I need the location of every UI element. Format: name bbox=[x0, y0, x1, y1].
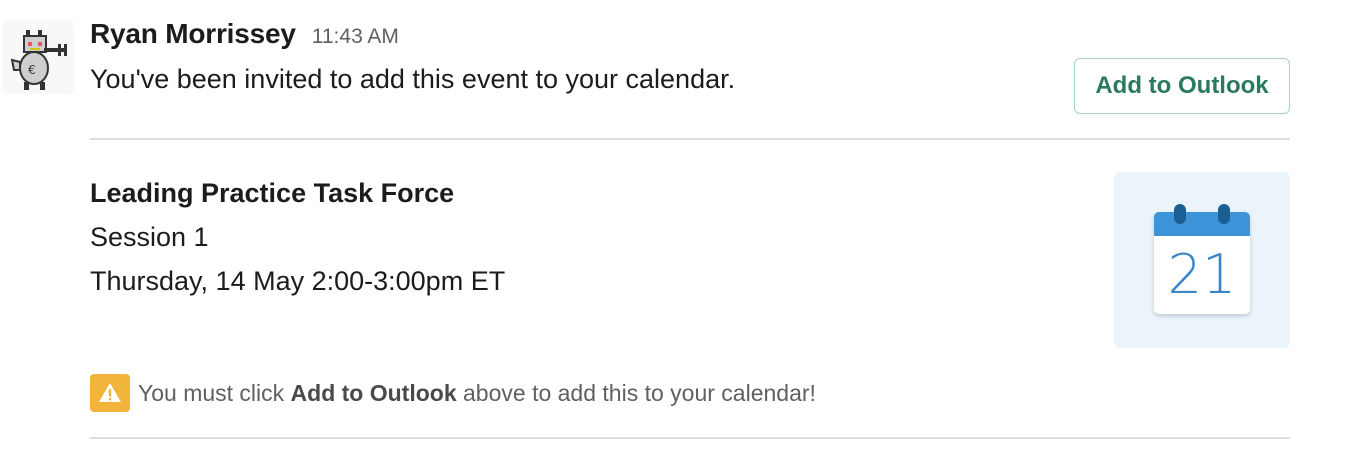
sender-name[interactable]: Ryan Morrissey bbox=[90, 18, 296, 50]
divider bbox=[90, 138, 1290, 140]
calendar-page: 21 bbox=[1154, 212, 1250, 314]
avatar[interactable]: € bbox=[2, 20, 74, 94]
calendar-notice: You must click Add to Outlook above to a… bbox=[90, 374, 816, 412]
message-timestamp[interactable]: 11:43 AM bbox=[312, 25, 399, 49]
event-session: Session 1 bbox=[90, 222, 209, 252]
notice-emphasis: Add to Outlook bbox=[290, 379, 457, 406]
robot-avatar-icon: € bbox=[10, 30, 67, 90]
message-text: You've been invited to add this event to… bbox=[90, 64, 736, 94]
message-header: Ryan Morrissey 11:43 AM bbox=[90, 18, 399, 58]
calendar-ring-right bbox=[1218, 204, 1230, 224]
calendar-ring-left bbox=[1174, 204, 1186, 224]
notice-prefix: You must click bbox=[138, 379, 291, 406]
event-datetime: Thursday, 14 May 2:00-3:00pm ET bbox=[90, 266, 506, 296]
calendar-day-number: 21 bbox=[1167, 243, 1237, 306]
svg-text:€: € bbox=[28, 63, 36, 77]
calendar-card: 21 bbox=[1114, 172, 1290, 348]
divider bbox=[90, 437, 1290, 439]
warning-icon bbox=[90, 374, 130, 412]
calendar-icon: 21 bbox=[1154, 204, 1250, 314]
event-title: Leading Practice Task Force bbox=[90, 178, 455, 208]
add-to-outlook-button[interactable]: Add to Outlook bbox=[1074, 58, 1290, 114]
notice-suffix: above to add this to your calendar! bbox=[456, 379, 816, 406]
calendar-header-band bbox=[1154, 212, 1250, 236]
